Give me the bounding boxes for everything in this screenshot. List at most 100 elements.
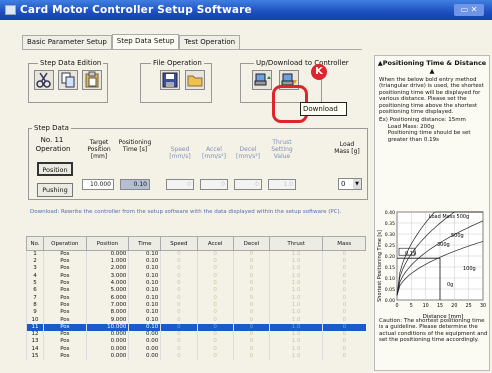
col-header-no[interactable]: No. bbox=[25, 236, 45, 251]
title-bar: Card Motor Controller Setup Software ▭ ✕ bbox=[0, 0, 492, 20]
cell-accel: 0 bbox=[196, 316, 234, 324]
open-button[interactable] bbox=[185, 70, 205, 90]
table-row[interactable]: 7 Pos 6.000 0.10 0 0 0 1.0 0 bbox=[25, 294, 366, 302]
cell-speed: 0 bbox=[160, 316, 198, 324]
thrust-header: Thrust Setting Value bbox=[271, 139, 293, 160]
accel-field: 0 bbox=[200, 179, 228, 190]
table-row[interactable]: 9 Pos 8.000 0.10 0 0 0 1.0 0 bbox=[25, 309, 366, 317]
y-tick-label: 0.15 bbox=[385, 265, 395, 271]
save-disk-icon bbox=[162, 72, 178, 88]
copy-icon bbox=[61, 72, 75, 88]
table-row[interactable]: 10 Pos 9.000 0.10 0 0 0 1.0 0 bbox=[25, 316, 366, 324]
cell-speed: 0 bbox=[160, 352, 198, 361]
table-row[interactable]: 13 Pos 0.000 0.00 0 0 0 1.0 0 bbox=[25, 338, 366, 346]
cell-thrust: 1.0 bbox=[268, 323, 323, 331]
cell-no: 8 bbox=[25, 301, 44, 310]
clipboard-icon bbox=[85, 71, 99, 88]
cell-operation: Pos bbox=[43, 330, 87, 339]
cell-time: 0.10 bbox=[128, 279, 161, 288]
cell-speed: 0 bbox=[160, 265, 198, 273]
col-header-accel[interactable]: Accel bbox=[196, 236, 234, 251]
cell-accel: 0 bbox=[196, 309, 234, 317]
col-header-time[interactable]: Time bbox=[128, 236, 162, 251]
cell-operation: Pos bbox=[43, 272, 87, 280]
cell-decel: 0 bbox=[232, 258, 270, 266]
cell-thrust: 1.0 bbox=[268, 352, 323, 361]
target-position-field[interactable]: 10.000 bbox=[82, 179, 114, 190]
cell-operation: Pos bbox=[43, 345, 87, 353]
table-header-row: No. Operation Position Time Speed Accel … bbox=[25, 236, 366, 251]
cell-mass: 0 bbox=[322, 338, 366, 346]
table-row[interactable]: 5 Pos 4.000 0.10 0 0 0 1.0 0 bbox=[25, 279, 366, 288]
col-header-mass[interactable]: Mass bbox=[322, 236, 366, 251]
table-row[interactable]: 3 Pos 2.000 0.10 0 0 0 1.0 0 bbox=[25, 265, 366, 273]
table-row[interactable]: 12 Pos 0.000 0.00 0 0 0 1.0 0 bbox=[25, 330, 366, 339]
paste-button[interactable] bbox=[82, 70, 102, 90]
cell-decel: 0 bbox=[232, 323, 270, 331]
cell-position: 1.000 bbox=[85, 258, 129, 266]
y-tick-label: 0.25 bbox=[385, 243, 395, 249]
mass-label-500: 500g bbox=[451, 233, 464, 239]
step-edition-label: Step Data Edition bbox=[38, 59, 104, 67]
upload-button[interactable] bbox=[252, 70, 272, 90]
cell-operation: Pos bbox=[43, 250, 87, 258]
col-header-operation[interactable]: Operation bbox=[43, 236, 87, 251]
col-header-decel[interactable]: Decel bbox=[232, 236, 271, 251]
operation-label: Operation bbox=[35, 145, 71, 153]
y-tick-label: 0.05 bbox=[385, 287, 395, 293]
table-row[interactable]: 15 Pos 0.000 0.00 0 0 0 1.0 0 bbox=[25, 352, 366, 361]
chevron-down-icon: ▼ bbox=[353, 179, 361, 189]
positioning-time-field[interactable]: 0.10 bbox=[120, 179, 150, 190]
tab-basic-parameter-setup[interactable]: Basic Parameter Setup bbox=[22, 35, 112, 49]
cell-thrust: 1.0 bbox=[268, 287, 323, 295]
table-row[interactable]: 11 Pos 10.000 0.10 0 0 0 1.0 0 bbox=[25, 323, 366, 331]
window-control-buttons[interactable]: ▭ ✕ bbox=[454, 4, 484, 16]
tab-test-operation[interactable]: Test Operation bbox=[179, 35, 241, 49]
y-tick-label: 0.40 bbox=[385, 210, 395, 216]
table-row[interactable]: 4 Pos 3.000 0.10 0 0 0 1.0 0 bbox=[25, 272, 366, 280]
y-axis-label: Shortest Positioning Time [s] bbox=[377, 230, 383, 302]
cell-no: 14 bbox=[25, 345, 44, 353]
table-row[interactable]: 2 Pos 1.000 0.10 0 0 0 1.0 0 bbox=[25, 258, 366, 266]
cell-position: 5.000 bbox=[85, 287, 129, 295]
cell-position: 3.000 bbox=[85, 272, 129, 280]
load-mass-dropdown[interactable]: 0 ▼ bbox=[338, 178, 362, 190]
cell-speed: 0 bbox=[160, 250, 198, 258]
y-tick-label: 0.30 bbox=[385, 232, 395, 238]
positioning-time-header: Positioning Time [s] bbox=[118, 139, 152, 153]
tab-bar: Basic Parameter Setup Step Data Setup Te… bbox=[22, 34, 241, 50]
cell-no: 7 bbox=[25, 294, 44, 302]
file-operation-label: File Operation bbox=[151, 59, 204, 67]
cell-no: 3 bbox=[25, 265, 44, 273]
x-tick-label: 10 bbox=[423, 303, 429, 309]
scissors-icon bbox=[36, 72, 51, 88]
guide-example: Ex) Positioning distance: 15mm Load Mass… bbox=[379, 117, 471, 143]
table-row[interactable]: 14 Pos 0.000 0.00 0 0 0 1.0 0 bbox=[25, 345, 366, 353]
save-button[interactable] bbox=[160, 70, 180, 90]
pushing-button[interactable]: Pushing bbox=[37, 183, 73, 197]
table-row[interactable]: 6 Pos 5.000 0.10 0 0 0 1.0 0 bbox=[25, 287, 366, 295]
col-header-position[interactable]: Position bbox=[85, 236, 130, 251]
chart-legend: Load Mass 500g bbox=[429, 214, 469, 220]
y-tick-label: 0.20 bbox=[385, 254, 395, 260]
cell-time: 0.00 bbox=[128, 338, 161, 346]
position-button[interactable]: Position bbox=[37, 162, 73, 176]
cell-operation: Pos bbox=[43, 338, 87, 346]
cell-time: 0.10 bbox=[128, 323, 161, 331]
col-header-thrust[interactable]: Thrust bbox=[268, 236, 324, 251]
table-row[interactable]: 8 Pos 7.000 0.10 0 0 0 1.0 0 bbox=[25, 301, 366, 310]
col-header-speed[interactable]: Speed bbox=[160, 236, 198, 251]
y-tick-label: 0.10 bbox=[385, 276, 395, 282]
cell-mass: 0 bbox=[322, 323, 366, 331]
copy-button[interactable] bbox=[58, 70, 78, 90]
table-row[interactable]: 1 Pos 0.000 0.10 0 0 0 1.0 0 bbox=[25, 250, 366, 258]
cell-operation: Pos bbox=[43, 294, 87, 302]
tab-step-data-setup[interactable]: Step Data Setup bbox=[111, 34, 180, 49]
decel-field: 0 bbox=[234, 179, 262, 190]
cell-decel: 0 bbox=[232, 272, 270, 280]
cut-button[interactable] bbox=[34, 70, 54, 90]
cell-time: 0.00 bbox=[128, 345, 161, 353]
speed-header: Speed [mm/s] bbox=[169, 146, 191, 160]
cell-mass: 0 bbox=[322, 352, 366, 361]
cell-accel: 0 bbox=[196, 301, 234, 310]
